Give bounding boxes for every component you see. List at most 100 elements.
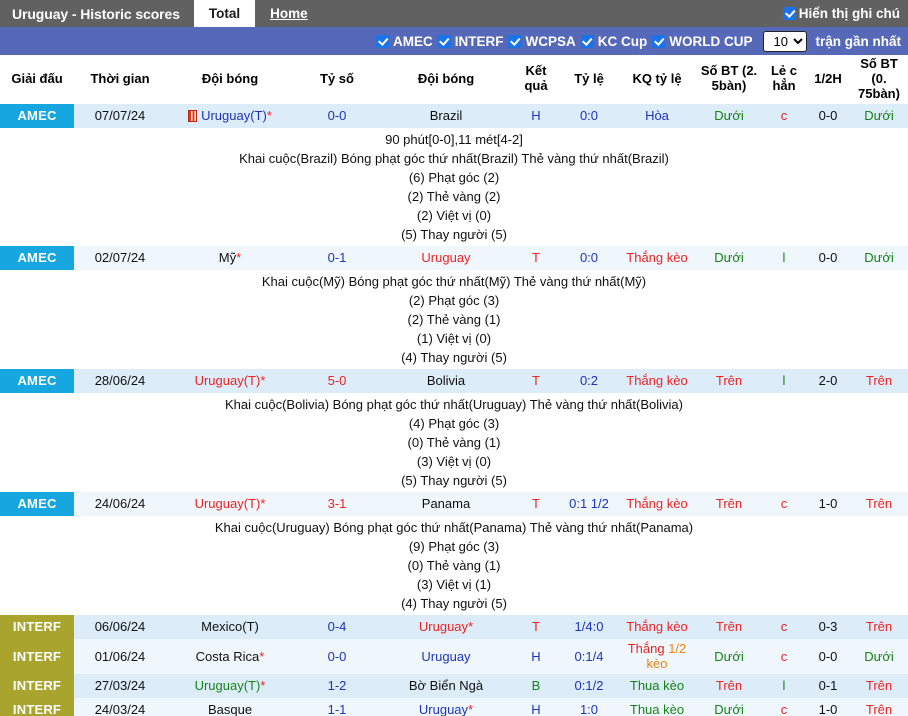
filter-interf[interactable]: INTERF [437, 34, 503, 49]
match-detail-line: (4) Thay người (5) [401, 595, 507, 611]
match-detail-line: (5) Thay người (5) [401, 226, 507, 242]
away-team[interactable]: Uruguay [380, 638, 512, 674]
match-detail-text: 90 phút[0-0],11 mét[4-2] Khai cuộc(Brazil… [1, 130, 907, 244]
home-team[interactable]: Basque [166, 698, 294, 716]
match-detail-line: 90 phút[0-0],11 mét[4-2] [385, 131, 523, 147]
league-badge[interactable]: INTERF [0, 638, 74, 674]
match-detail-line: (4) Thay người (5) [401, 349, 507, 365]
tab-total[interactable]: Total [193, 0, 256, 27]
league-badge[interactable]: AMEC [0, 491, 74, 516]
home-team[interactable]: Uruguay(T)* [166, 674, 294, 698]
home-star-marker: * [236, 250, 242, 266]
odds-result: Hòa [618, 103, 696, 128]
away-team-name: Uruguay [421, 648, 471, 664]
match-detail-line: (5) Thay người (5) [401, 472, 507, 488]
match-detail-row: 90 phút[0-0],11 mét[4-2] Khai cuộc(Brazil… [0, 127, 908, 246]
match-detail-text: Khai cuộc(Mỹ) Bóng phạt góc thứ nhất(Mỹ)… [1, 272, 907, 367]
match-detail-text: Khai cuộc(Bolivia) Bóng phạt góc thứ nhấ… [1, 395, 907, 490]
away-team[interactable]: Bolivia [380, 368, 512, 393]
away-team[interactable]: Uruguay [380, 245, 512, 270]
away-team[interactable]: Panama [380, 491, 512, 516]
away-team-name: Panama [421, 496, 471, 512]
table-row[interactable]: AMEC 02/07/24 Mỹ* 0-1 Uruguay T 0:0 Thắng kèo Dư… [0, 245, 908, 270]
match-detail-line: (0) Thẻ vàng (1) [407, 434, 501, 450]
odds-result: Thắng kèo [618, 368, 696, 393]
over-under-075: Trên [850, 491, 908, 516]
over-under-075: Dưới [850, 103, 908, 128]
odds-value: 0:1/4 [560, 638, 618, 674]
match-detail-line: Khai cuộc(Brazil) Bóng phạt góc thứ nhất… [239, 150, 669, 166]
away-team[interactable]: Uruguay* [380, 614, 512, 639]
recent-matches-label: trận gần nhất [815, 33, 901, 49]
match-result: T [512, 614, 560, 639]
flag-icon [188, 110, 198, 123]
league-badge[interactable]: AMEC [0, 245, 74, 270]
filter-amec[interactable]: AMEC [375, 34, 433, 49]
home-team[interactable]: Mexico(T) [166, 614, 294, 639]
away-team-name: Brazil [429, 108, 463, 124]
away-team[interactable]: Uruguay* [380, 698, 512, 716]
tab-home[interactable]: Home [255, 0, 323, 27]
home-team[interactable]: Uruguay(T)* [166, 491, 294, 516]
table-row[interactable]: AMEC 07/07/24 Uruguay(T)* 0-0 Brazil H 0:0 Hòa D… [0, 103, 908, 128]
odds-value: 0:2 [560, 368, 618, 393]
home-team[interactable]: Uruguay(T)* [166, 368, 294, 393]
match-detail-row: Khai cuộc(Uruguay) Bóng phạt góc thứ nhấ… [0, 515, 908, 615]
away-team[interactable]: Brazil [380, 103, 512, 128]
col-header-home-team: Đội bóng [166, 55, 294, 104]
match-date: 24/03/24 [74, 698, 166, 716]
checkbox-icon[interactable] [580, 34, 594, 48]
league-badge[interactable]: AMEC [0, 368, 74, 393]
match-score: 3-1 [294, 491, 380, 516]
checkbox-icon[interactable] [437, 34, 451, 48]
league-badge[interactable]: AMEC [0, 103, 74, 128]
filter-wcpsa[interactable]: WCPSA [508, 33, 576, 49]
match-score: 1-2 [294, 674, 380, 698]
col-header-odds: Tỷ lệ [560, 55, 618, 104]
home-team-name: Uruguay(T) [201, 108, 267, 124]
over-under-25: Dưới [696, 698, 762, 716]
filter-world-cup[interactable]: WORLD CUP [652, 34, 752, 49]
odd-even: c [762, 491, 806, 516]
table-row[interactable]: INTERF 01/06/24 Costa Rica* 0-0 Uruguay H 0:1/… [0, 638, 908, 674]
league-badge[interactable]: INTERF [0, 614, 74, 639]
filter-bar: AMEC INTERF WCPSA KC Cup WORLD CUP 51015… [0, 27, 908, 55]
match-date: 06/06/24 [74, 614, 166, 639]
match-result: H [512, 103, 560, 128]
show-notes-toggle[interactable]: Hiển thị ghi chú [782, 0, 908, 27]
odds-result: Thắng kèo [618, 491, 696, 516]
table-row[interactable]: INTERF 27/03/24 Uruguay(T)* 1-2 Bờ Biển Ngà B… [0, 674, 908, 698]
table-row[interactable]: INTERF 06/06/24 Mexico(T) 0-4 Uruguay* T 1/4:0… [0, 614, 908, 639]
away-team[interactable]: Bờ Biển Ngà [380, 674, 512, 698]
match-score: 5-0 [294, 368, 380, 393]
match-detail-line: Khai cuộc(Mỹ) Bóng phạt góc thứ nhất(Mỹ)… [261, 273, 647, 289]
checkbox-icon[interactable] [652, 34, 666, 48]
col-header-away-team: Đội bóng [380, 55, 512, 104]
match-count-select[interactable]: 510152030 [763, 30, 808, 52]
checkbox-icon[interactable] [782, 7, 796, 20]
match-detail-cell: Khai cuộc(Uruguay) Bóng phạt góc thứ nhấ… [0, 515, 908, 615]
table-row[interactable]: INTERF 24/03/24 Basque 1-1 Uruguay* H 1:0 Thua … [0, 698, 908, 716]
title-bar: Uruguay - Historic scores Total Home Hiể… [0, 0, 908, 27]
odds-result: Thắng kèo [618, 245, 696, 270]
match-detail-line: (4) Phạt góc (3) [408, 415, 500, 431]
col-header-result: Kết quả [512, 55, 560, 104]
table-row[interactable]: AMEC 28/06/24 Uruguay(T)* 5-0 Bolivia T 0:2 Thắ… [0, 368, 908, 393]
checkbox-icon[interactable] [508, 34, 522, 48]
match-score: 0-0 [294, 638, 380, 674]
col-header-half-time: 1/2H [806, 55, 850, 104]
match-detail-line: (2) Thẻ vàng (2) [407, 188, 501, 204]
home-team[interactable]: Uruguay(T)* [166, 103, 294, 128]
league-badge[interactable]: INTERF [0, 674, 74, 698]
match-score: 1-1 [294, 698, 380, 716]
home-star-marker: * [266, 108, 272, 124]
home-team[interactable]: Costa Rica* [166, 638, 294, 674]
odds-value: 0:1 1/2 [560, 491, 618, 516]
checkbox-icon[interactable] [375, 34, 389, 48]
home-team[interactable]: Mỹ* [166, 245, 294, 270]
filter-kc-cup[interactable]: KC Cup [580, 34, 647, 49]
filter-wcpsa-label: WCPSA [525, 33, 576, 49]
over-under-075: Trên [850, 614, 908, 639]
table-row[interactable]: AMEC 24/06/24 Uruguay(T)* 3-1 Panama T 0:1 1/2… [0, 491, 908, 516]
league-badge[interactable]: INTERF [0, 698, 74, 716]
